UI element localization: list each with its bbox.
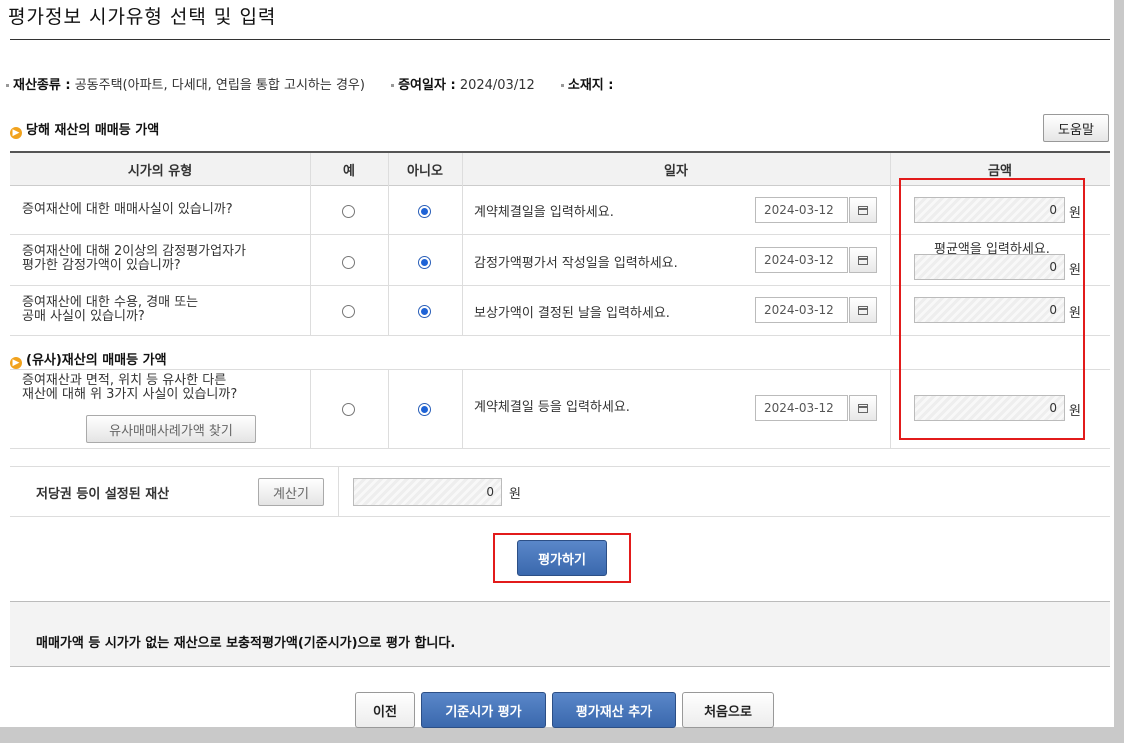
question-expropriation: 증여재산에 대한 수용, 경매 또는 공매 사실이 있습니까? [22, 296, 198, 324]
similar-case-search-button[interactable]: 유사매매사례가액 찾기 [86, 415, 256, 443]
section-title-similar-property: ▶ (유사)재산의 매매등 가액 [10, 349, 167, 369]
property-type-value: 공동주택(아파트, 다세대, 연립을 통합 고시하는 경우) [74, 78, 365, 93]
question-line: 증여재산에 대해 2이상의 감정평가업자가 [22, 244, 246, 259]
calendar-icon[interactable] [849, 395, 877, 421]
row3-date-input[interactable]: 2024-03-12 [755, 297, 848, 323]
header-type: 시가의 유형 [127, 164, 193, 179]
page: 평가정보 시가유형 선택 및 입력 재산종류 : 공동주택(아파트, 다세대, … [0, 0, 1114, 728]
bullet-square-icon [6, 84, 9, 87]
calendar-icon[interactable] [849, 297, 877, 323]
calendar-icon[interactable] [849, 197, 877, 223]
section-title-text: (유사)재산의 매매등 가액 [26, 353, 167, 368]
mortgage-amount-input[interactable]: 0 [353, 478, 502, 506]
prev-button[interactable]: 이전 [355, 692, 415, 728]
row3-yes-radio[interactable] [342, 305, 355, 318]
row2-date-label: 감정가액평가서 작성일을 입력하세요. [474, 256, 678, 271]
property-type-label: 재산종류 : [13, 78, 71, 93]
row3-date-label: 보상가액이 결정된 날을 입력하세요. [474, 306, 670, 321]
header-no: 아니오 [407, 164, 443, 179]
question-sale-fact: 증여재산에 대한 매매사실이 있습니까? [22, 202, 233, 217]
question-line: 평가한 감정가액이 있습니까? [22, 258, 181, 273]
header-date: 일자 [664, 164, 688, 179]
row1-date-label: 계약체결일을 입력하세요. [474, 205, 614, 220]
home-button[interactable]: 처음으로 [682, 692, 774, 728]
property-info-line: 재산종류 : 공동주택(아파트, 다세대, 연립을 통합 고시하는 경우) 증여… [6, 74, 614, 93]
add-property-button[interactable]: 평가재산 추가 [552, 692, 676, 728]
location-label: 소재지 : [567, 78, 614, 93]
header-yes: 예 [343, 164, 355, 179]
help-button[interactable]: 도움말 [1043, 114, 1109, 142]
page-title: 평가정보 시가유형 선택 및 입력 [8, 6, 277, 28]
title-divider [10, 39, 1110, 40]
row1-yes-radio[interactable] [342, 205, 355, 218]
row3-no-radio[interactable] [418, 305, 431, 318]
evaluate-button[interactable]: 평가하기 [517, 540, 607, 576]
row4-date-input[interactable]: 2024-03-12 [755, 395, 848, 421]
header-amount: 금액 [988, 164, 1012, 179]
standard-price-eval-button[interactable]: 기준시가 평가 [421, 692, 546, 728]
notice-box: 매매가액 등 시가가 없는 재산으로 보충적평가액(기준시가)으로 평가 합니다… [10, 601, 1110, 667]
row2-yes-radio[interactable] [342, 256, 355, 269]
question-line: 증여재산에 대한 수용, 경매 또는 [22, 295, 199, 310]
orange-bullet-icon: ▶ [10, 127, 22, 139]
question-line: 재산에 대해 위 3가지 사실이 있습니까? [22, 387, 238, 402]
bullet-square-icon [560, 84, 564, 87]
question-appraisal: 증여재산에 대해 2이상의 감정평가업자가 평가한 감정가액이 있습니까? [22, 245, 246, 273]
section-title-text: 당해 재산의 매매등 가액 [26, 123, 160, 138]
gift-date-value: 2024/03/12 [459, 78, 535, 93]
gift-date-label: 증여일자 : [398, 78, 456, 93]
question-similar-property: 증여재산과 면적, 위치 등 유사한 다른 재산에 대해 위 3가지 사실이 있… [22, 374, 237, 402]
bullet-square-icon [391, 84, 395, 87]
question-line: 증여재산과 면적, 위치 등 유사한 다른 [22, 373, 227, 388]
section-title-own-property: ▶ 당해 재산의 매매등 가액 [10, 119, 159, 139]
mortgage-unit: 원 [509, 487, 521, 502]
row4-date-label: 계약체결일 등을 입력하세요. [474, 400, 630, 415]
row2-no-radio[interactable] [418, 256, 431, 269]
row4-yes-radio[interactable] [342, 403, 355, 416]
question-line: 공매 사실이 있습니까? [22, 309, 145, 324]
row2-date-input[interactable]: 2024-03-12 [755, 247, 848, 273]
calculator-button[interactable]: 계산기 [258, 478, 324, 506]
row1-date-input[interactable]: 2024-03-12 [755, 197, 848, 223]
calendar-icon[interactable] [849, 247, 877, 273]
row4-no-radio[interactable] [418, 403, 431, 416]
orange-bullet-icon: ▶ [10, 357, 22, 369]
notice-text: 매매가액 등 시가가 없는 재산으로 보충적평가액(기준시가)으로 평가 합니다… [36, 636, 456, 651]
row1-no-radio[interactable] [418, 205, 431, 218]
amount-highlight-box [899, 178, 1085, 440]
mortgage-label: 저당권 등이 설정된 재산 [36, 487, 170, 502]
